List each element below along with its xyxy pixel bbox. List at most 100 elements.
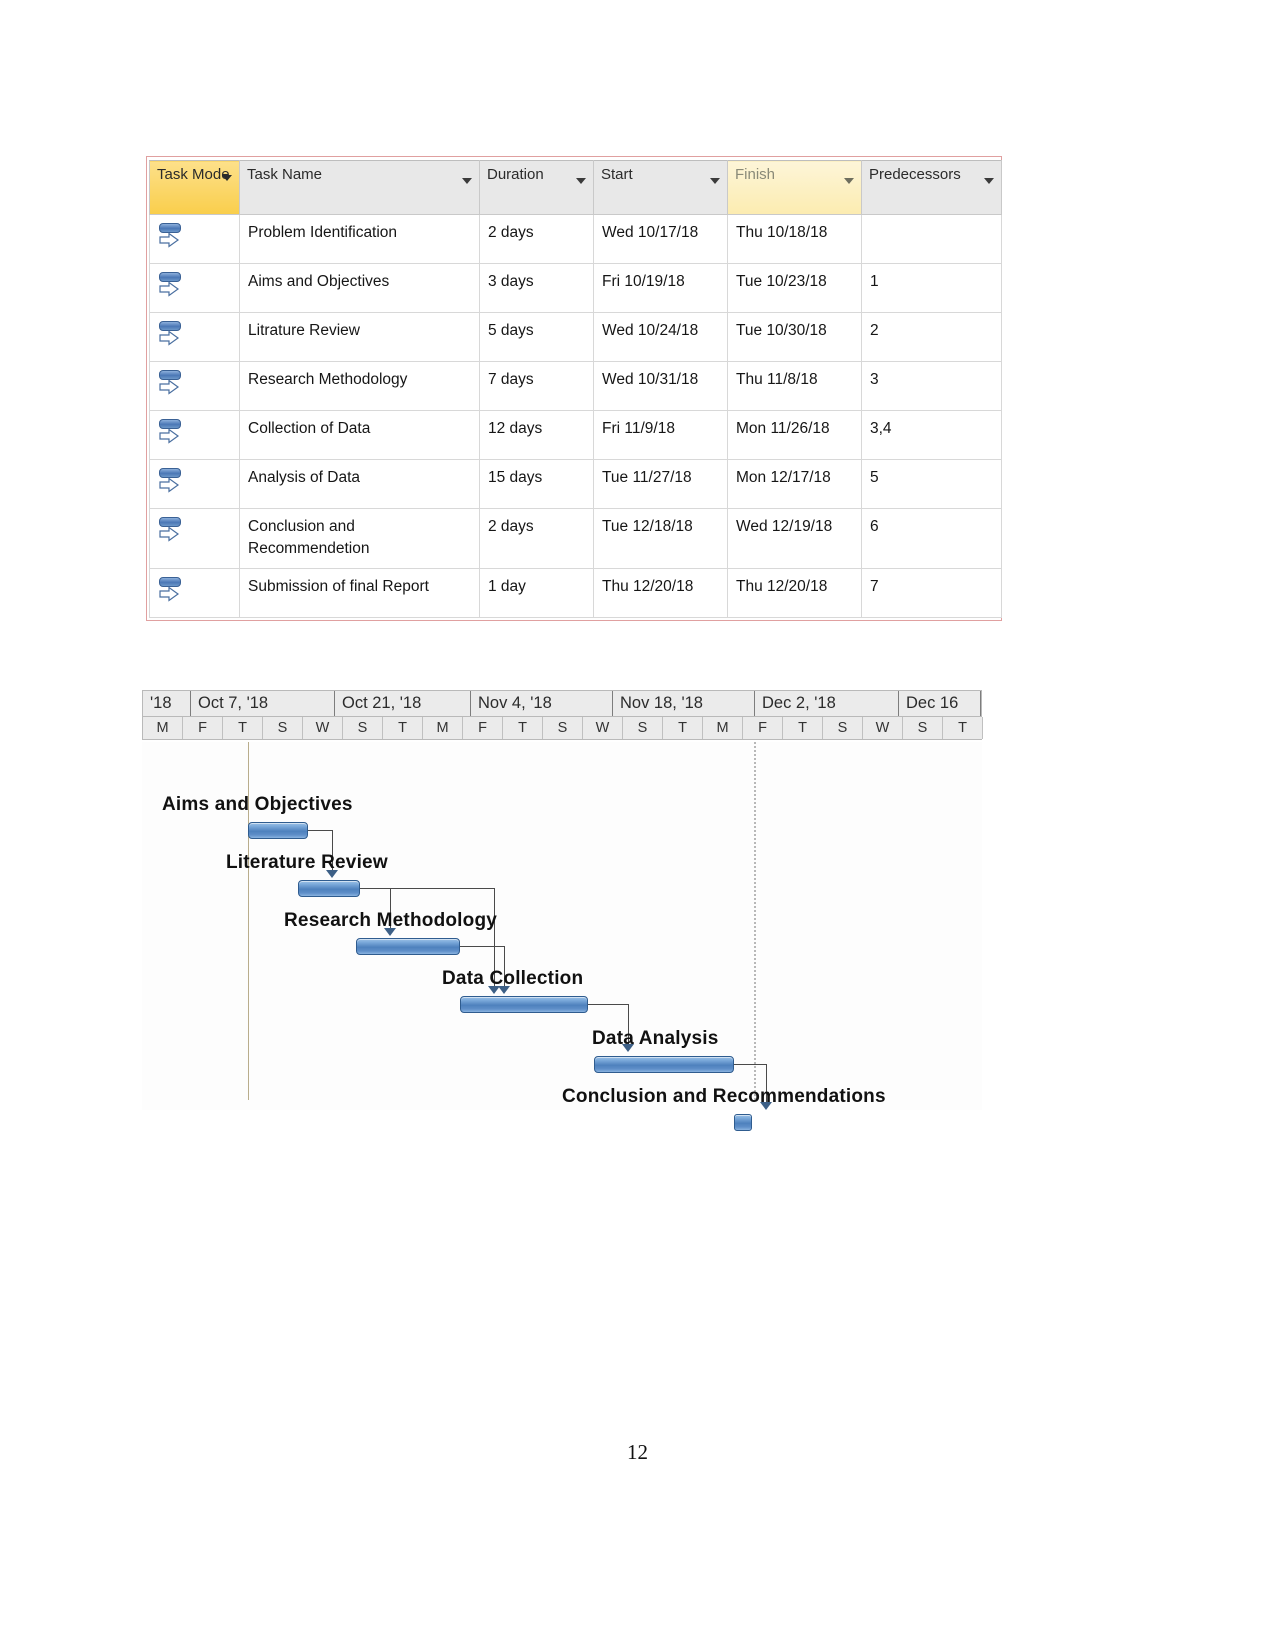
column-header-label: Task Mode [157, 166, 230, 183]
cell-predecessors[interactable]: 3,4 [861, 410, 1002, 460]
cell-finish[interactable]: Mon 12/17/18 [727, 459, 862, 509]
column-header-label: Predecessors [869, 166, 961, 183]
table-row[interactable]: Conclusion and Recommendetion 2 days Tue 1… [149, 508, 1002, 569]
gantt-task-bar[interactable] [248, 822, 308, 839]
cell-start[interactable]: Fri 11/9/18 [593, 410, 728, 460]
timeline-day-cell: W [303, 717, 343, 739]
filter-dropdown-icon[interactable] [576, 178, 586, 184]
cell-task-name[interactable]: Research Methodology [239, 361, 480, 411]
cell-start[interactable]: Wed 10/24/18 [593, 312, 728, 362]
project-task-table[interactable]: Task Mode Task Name Duration Start Finis… [146, 156, 1002, 621]
column-header-task-mode[interactable]: Task Mode [149, 160, 240, 215]
cell-duration[interactable]: 2 days [479, 508, 594, 569]
cell-duration[interactable]: 7 days [479, 361, 594, 411]
cell-predecessors[interactable]: 5 [861, 459, 1002, 509]
cell-task-name[interactable]: Submission of final Report [239, 567, 480, 618]
cell-task-name[interactable]: Collection of Data [239, 410, 480, 460]
cell-task-name[interactable]: Conclusion and Recommendetion [239, 508, 480, 569]
cell-start[interactable]: Tue 11/27/18 [593, 459, 728, 509]
cell-finish[interactable]: Wed 12/19/18 [727, 508, 862, 569]
gantt-chart[interactable]: '18 Oct 7, '18 Oct 21, '18 Nov 4, '18 Nov 18… [142, 690, 983, 1131]
table-row[interactable]: Aims and Objectives 3 days Fri 10/19/18 Tue… [149, 263, 1002, 313]
timeline-day-cell: F [743, 717, 783, 739]
column-header-duration[interactable]: Duration [479, 160, 594, 215]
link-line [460, 946, 504, 947]
gantt-task-bar[interactable] [460, 996, 588, 1013]
cell-predecessors[interactable]: 2 [861, 312, 1002, 362]
cell-predecessors[interactable] [861, 214, 1002, 264]
cell-predecessors[interactable]: 3 [861, 361, 1002, 411]
cell-finish[interactable]: Thu 12/20/18 [727, 567, 862, 618]
filter-dropdown-icon[interactable] [462, 178, 472, 184]
cell-finish[interactable]: Mon 11/26/18 [727, 410, 862, 460]
filter-dropdown-icon[interactable] [984, 178, 994, 184]
cell-task-mode[interactable] [149, 410, 240, 460]
table-row[interactable]: Problem Identification 2 days Wed 10/17/18… [149, 214, 1002, 264]
column-header-start[interactable]: Start [593, 160, 728, 215]
cell-duration[interactable]: 12 days [479, 410, 594, 460]
cell-task-mode[interactable] [149, 508, 240, 569]
cell-duration[interactable]: 5 days [479, 312, 594, 362]
table-row[interactable]: Submission of final Report 1 day Thu 12/20… [149, 567, 1002, 618]
timeline-day-cell: T [663, 717, 703, 739]
column-header-label: Finish [735, 166, 776, 183]
gantt-bar-label: Data Analysis [592, 1028, 719, 1049]
cell-finish[interactable]: Thu 11/8/18 [727, 361, 862, 411]
table-row[interactable]: Collection of Data 12 days Fri 11/9/18 Mon … [149, 410, 1002, 460]
cell-predecessors[interactable]: 6 [861, 508, 1002, 569]
cell-task-name[interactable]: Litrature Review [239, 312, 480, 362]
cell-predecessors[interactable]: 7 [861, 567, 1002, 618]
table-row[interactable]: Research Methodology 7 days Wed 10/31/18 Th… [149, 361, 1002, 411]
gantt-bar-label: Aims and Objectives [162, 794, 353, 815]
table-row[interactable]: Litrature Review 5 days Wed 10/24/18 Tue 10… [149, 312, 1002, 362]
gantt-task-bar[interactable] [298, 880, 360, 897]
cell-task-mode[interactable] [149, 312, 240, 362]
cell-task-mode[interactable] [149, 263, 240, 313]
cell-duration[interactable]: 15 days [479, 459, 594, 509]
cell-start[interactable]: Tue 12/18/18 [593, 508, 728, 569]
filter-dropdown-icon[interactable] [844, 178, 854, 184]
column-header-label: Start [601, 166, 633, 183]
cell-finish[interactable]: Thu 10/18/18 [727, 214, 862, 264]
gantt-task-bar[interactable] [356, 938, 460, 955]
cell-task-mode[interactable] [149, 361, 240, 411]
cell-start[interactable]: Wed 10/17/18 [593, 214, 728, 264]
timeline-month-cell: '18 [143, 691, 191, 716]
column-header-task-name[interactable]: Task Name [239, 160, 480, 215]
gantt-bar-area[interactable]: Aims and Objectives Literature Review Rese… [142, 742, 982, 1131]
cell-duration[interactable]: 1 day [479, 567, 594, 618]
timeline-day-cell: T [223, 717, 263, 739]
cell-duration[interactable]: 2 days [479, 214, 594, 264]
cell-task-mode[interactable] [149, 459, 240, 509]
gantt-task-bar[interactable] [594, 1056, 734, 1073]
timeline-day-cell: S [823, 717, 863, 739]
gantt-day-row: MFTSWSTMFTSWSTMFTSWST [142, 716, 983, 740]
cell-start[interactable]: Wed 10/31/18 [593, 361, 728, 411]
cell-task-name[interactable]: Problem Identification [239, 214, 480, 264]
timeline-month-cell: Dec 16 [899, 691, 981, 716]
filter-dropdown-icon[interactable] [222, 175, 232, 181]
column-header-predecessors[interactable]: Predecessors [861, 160, 1002, 215]
cell-start[interactable]: Thu 12/20/18 [593, 567, 728, 618]
timeline-day-cell: T [503, 717, 543, 739]
timeline-month-cell: Nov 18, '18 [613, 691, 755, 716]
cell-start[interactable]: Fri 10/19/18 [593, 263, 728, 313]
cell-task-name[interactable]: Aims and Objectives [239, 263, 480, 313]
timeline-day-cell: S [903, 717, 943, 739]
cell-finish[interactable]: Tue 10/23/18 [727, 263, 862, 313]
cell-finish[interactable]: Tue 10/30/18 [727, 312, 862, 362]
cell-task-mode[interactable] [149, 567, 240, 618]
timeline-day-cell: M [143, 717, 183, 739]
cell-task-mode[interactable] [149, 214, 240, 264]
task-grid: Task Mode Task Name Duration Start Finis… [149, 160, 1002, 618]
filter-dropdown-icon[interactable] [710, 178, 720, 184]
timeline-day-cell: S [343, 717, 383, 739]
column-header-finish[interactable]: Finish [727, 160, 862, 215]
timeline-day-cell: W [863, 717, 903, 739]
cell-predecessors[interactable]: 1 [861, 263, 1002, 313]
gantt-task-bar[interactable] [734, 1114, 752, 1131]
table-row[interactable]: Analysis of Data 15 days Tue 11/27/18 Mon 1… [149, 459, 1002, 509]
cell-task-name[interactable]: Analysis of Data [239, 459, 480, 509]
timeline-day-cell: F [183, 717, 223, 739]
cell-duration[interactable]: 3 days [479, 263, 594, 313]
